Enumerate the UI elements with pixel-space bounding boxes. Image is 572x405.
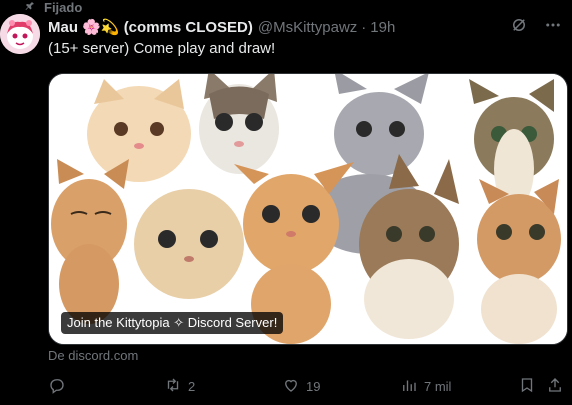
card-title[interactable]: Join the Kittytopia ✧ Discord Server! bbox=[61, 312, 284, 334]
tweet-actions: 2 19 7 mil bbox=[48, 376, 566, 396]
reply-button[interactable] bbox=[48, 376, 72, 397]
tweet-text: (15+ server) Come play and draw! bbox=[48, 40, 276, 57]
retweet-button[interactable]: 2 bbox=[164, 376, 195, 397]
tweet-time[interactable]: 19h bbox=[370, 19, 395, 36]
kitten-tabby-white bbox=[199, 74, 279, 174]
share-button[interactable] bbox=[546, 376, 564, 397]
retweet-count: 2 bbox=[188, 378, 196, 394]
grok-icon[interactable] bbox=[510, 16, 528, 38]
avatar[interactable] bbox=[0, 14, 40, 54]
heart-icon bbox=[282, 376, 300, 397]
views-icon bbox=[400, 376, 418, 397]
tweet-header: Mau 🌸💫 (comms CLOSED) @MsKittypawz · 19h bbox=[48, 16, 562, 38]
link-card-image[interactable]: Join the Kittytopia ✧ Discord Server! bbox=[48, 73, 568, 345]
more-icon[interactable] bbox=[544, 16, 562, 38]
share-icon bbox=[546, 376, 564, 397]
kitten-cream bbox=[87, 79, 191, 182]
like-count: 19 bbox=[306, 378, 321, 394]
author-name[interactable]: Mau 🌸💫 (comms CLOSED) bbox=[48, 18, 253, 36]
like-button[interactable]: 19 bbox=[282, 376, 320, 397]
bookmark-button[interactable] bbox=[518, 376, 536, 397]
pinned-label: Fijado bbox=[44, 0, 83, 15]
bookmark-icon bbox=[518, 376, 536, 397]
separator-dot: · bbox=[361, 18, 367, 36]
retweet-icon bbox=[164, 376, 182, 397]
kitten-fluffy bbox=[134, 189, 244, 299]
reply-icon bbox=[48, 376, 66, 397]
author-handle[interactable]: @MsKittypawz bbox=[258, 19, 357, 36]
views-count: 7 mil bbox=[424, 378, 452, 394]
card-source[interactable]: De discord.com bbox=[48, 348, 138, 363]
pin-icon bbox=[24, 0, 36, 15]
pinned-indicator: Fijado bbox=[24, 0, 83, 15]
views-button[interactable]: 7 mil bbox=[400, 376, 451, 397]
kittens-image bbox=[49, 74, 567, 344]
